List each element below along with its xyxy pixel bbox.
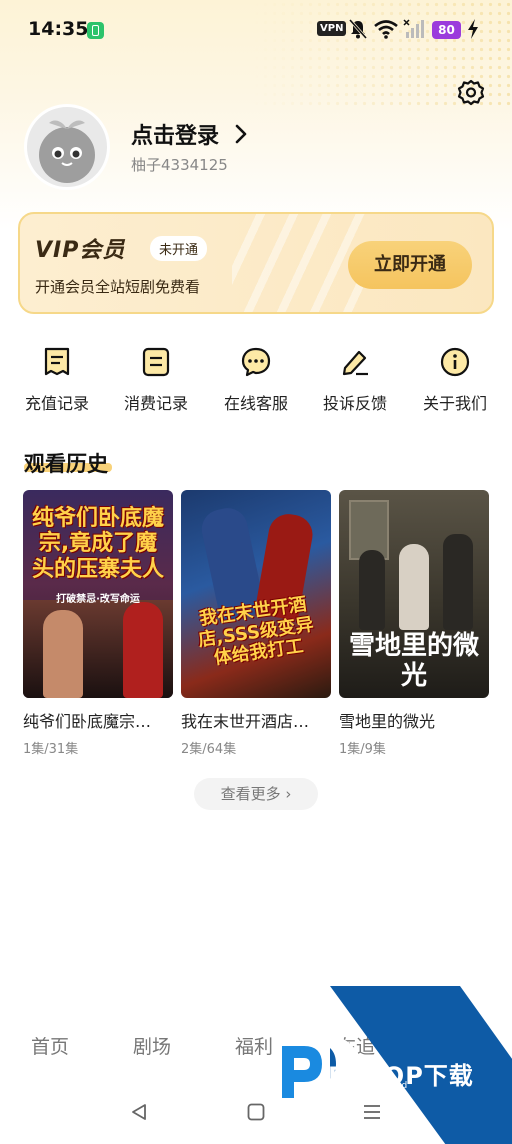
edit-icon (342, 350, 368, 376)
back-icon[interactable] (129, 1102, 149, 1122)
quick-action-consumption[interactable]: 消费记录 (106, 346, 206, 414)
nav-tab-theater[interactable]: 剧场 (133, 1032, 171, 1059)
pcpop-logo-icon (279, 1045, 326, 1098)
drama-poster: 纯爷们卧底魔宗,竟成了魔头的压寨夫人 打破禁忌·改写命运 (23, 490, 173, 698)
vip-logo: VIP会员 (35, 238, 126, 263)
chevron-right-icon: › (285, 785, 292, 803)
battery-indicator: 80 (432, 21, 461, 39)
avatar[interactable] (24, 104, 110, 190)
quick-action-recharge[interactable]: 充值记录 (7, 346, 107, 414)
history-card[interactable]: 雪地里的微光 雪地里的微光 1集/9集 (339, 490, 489, 757)
receipt-icon (44, 347, 70, 376)
view-more-button[interactable]: 查看更多 › (194, 778, 318, 810)
quick-action-label: 充值记录 (24, 394, 89, 413)
app-notification-icon (87, 22, 104, 39)
vpn-badge: VPN (317, 21, 347, 36)
info-icon (440, 347, 470, 377)
history-card[interactable]: 我在末世开酒店,SSS级变异体给我打工 我在末世开酒店… 2集/64集 (181, 490, 331, 757)
vip-description: 开通会员全站短剧免费看 (35, 278, 201, 296)
user-id: 柚子4334125 (131, 156, 228, 174)
quick-action-label: 关于我们 (422, 394, 487, 413)
quick-action-feedback[interactable]: 投诉反馈 (305, 346, 405, 414)
mute-bell-icon (348, 19, 368, 39)
wifi-icon (374, 20, 398, 39)
nav-tab-welfare[interactable]: 福利 (235, 1032, 273, 1059)
quick-action-label: 在线客服 (223, 394, 288, 413)
episode-progress: 1集/31集 (23, 742, 79, 757)
nav-tab-home[interactable]: 首页 (31, 1032, 69, 1059)
episode-progress: 2集/64集 (181, 742, 237, 757)
vip-activate-button[interactable]: 立即开通 (348, 241, 472, 289)
status-time: 14:35 (28, 18, 89, 40)
poster-title: 我在末世开酒店,SSS级变异体给我打工 (196, 593, 315, 670)
poster-title: 纯爷们卧底魔宗,竟成了魔头的压寨夫人 (31, 506, 164, 582)
history-title: 观看历史 (24, 452, 108, 476)
chat-icon (241, 347, 271, 377)
drama-poster: 我在末世开酒店,SSS级变异体给我打工 (181, 490, 331, 698)
poster-subtitle: 打破禁忌·改写命运 (56, 594, 140, 605)
drama-title: 我在末世开酒店… (181, 712, 310, 731)
drama-title: 雪地里的微光 (339, 712, 436, 731)
history-card[interactable]: 纯爷们卧底魔宗,竟成了魔头的压寨夫人 打破禁忌·改写命运 纯爷们卧底魔宗… 1集… (23, 490, 173, 757)
quick-action-label: 投诉反馈 (322, 394, 387, 413)
signal-icon (403, 19, 424, 38)
quick-action-about[interactable]: 关于我们 (405, 346, 505, 414)
grapefruit-mascot-icon (39, 120, 95, 183)
watermark-subtext: PCPOP Download (330, 1081, 408, 1091)
chevron-right-icon[interactable] (234, 124, 248, 144)
quick-action-label: 消费记录 (123, 394, 188, 413)
poster-title: 雪地里的微光 (348, 631, 479, 691)
bill-icon (142, 347, 170, 377)
drama-title: 纯爷们卧底魔宗… (23, 712, 152, 731)
view-more-label: 查看更多 (220, 785, 281, 803)
drama-poster: 雪地里的微光 (339, 490, 489, 698)
status-bar: 14:35 VPN 80 (0, 0, 512, 60)
charging-icon (468, 19, 478, 39)
quick-action-service[interactable]: 在线客服 (206, 346, 306, 414)
home-icon[interactable] (246, 1102, 266, 1122)
login-link[interactable]: 点击登录 (131, 118, 219, 150)
vip-status-badge: 未开通 (150, 236, 208, 261)
vip-card[interactable]: VIP会员 未开通 开通会员全站短剧免费看 立即开通 (18, 212, 494, 314)
episode-progress: 1集/9集 (339, 742, 386, 757)
settings-gear-icon[interactable] (456, 78, 486, 108)
